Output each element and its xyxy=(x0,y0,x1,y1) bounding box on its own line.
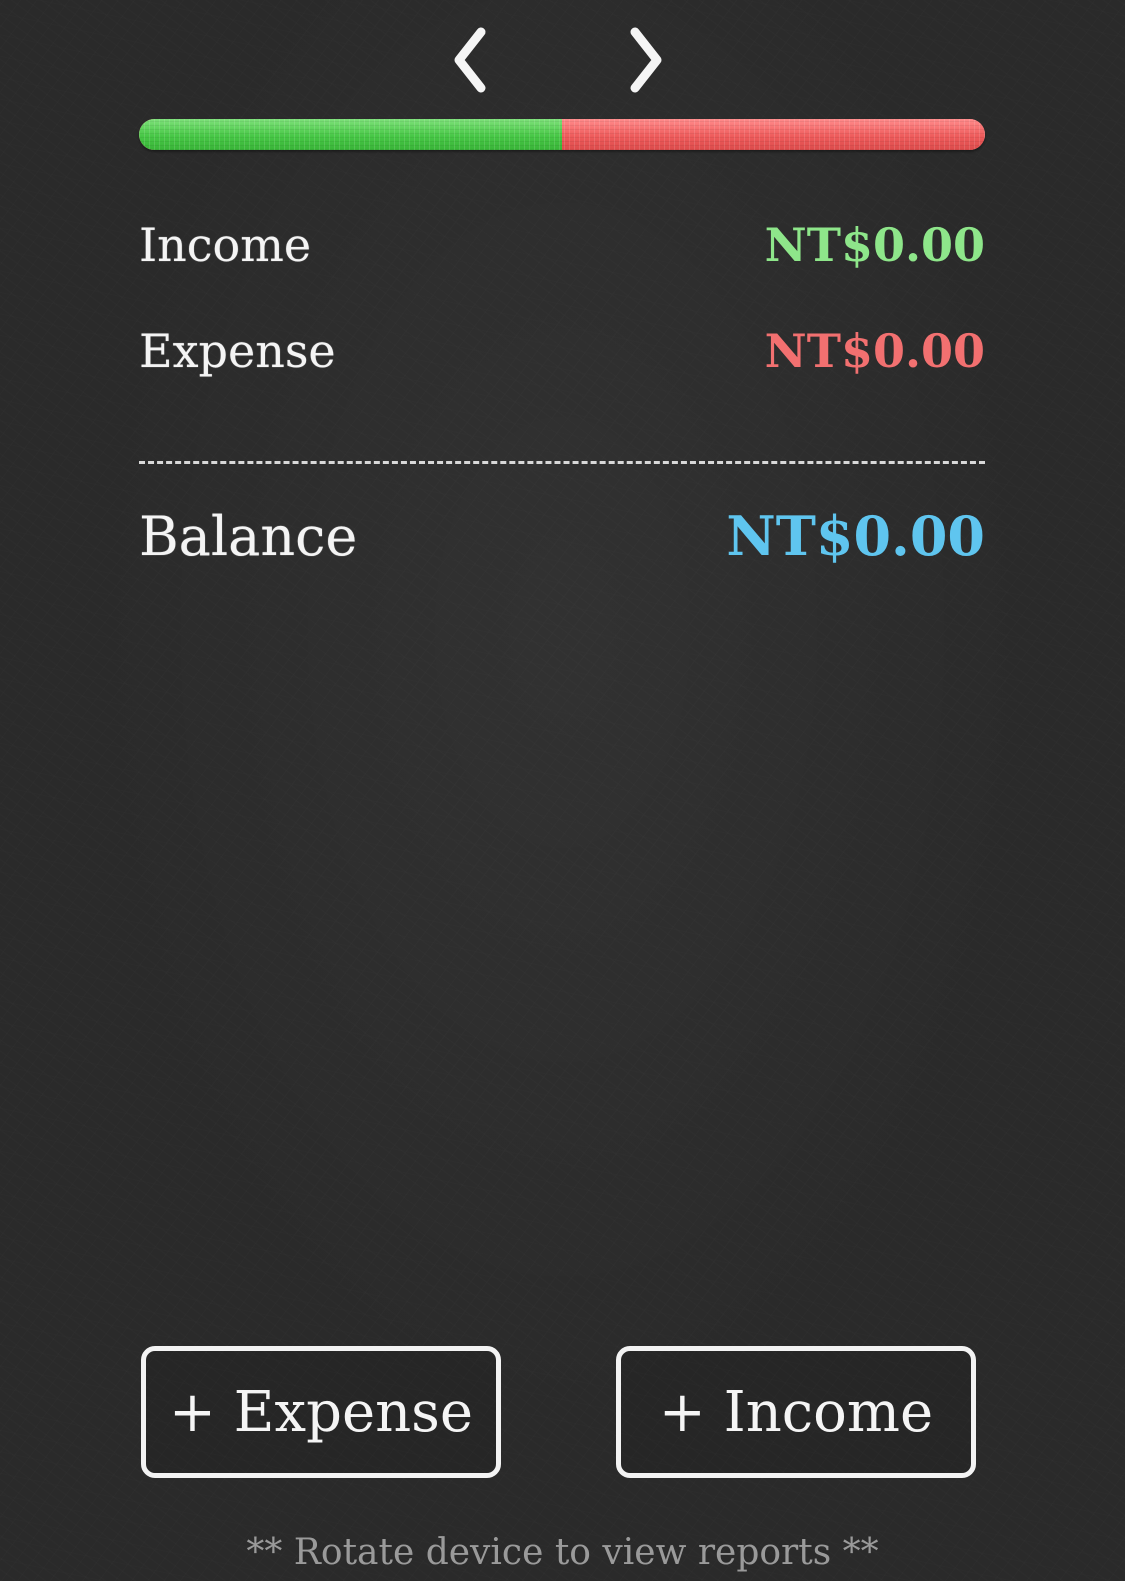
bar-texture xyxy=(139,119,985,150)
income-label: Income xyxy=(139,218,312,272)
balance-label: Balance xyxy=(139,504,358,568)
income-expense-ratio-bar xyxy=(139,119,985,150)
next-period-button[interactable] xyxy=(617,22,677,100)
chevron-right-icon xyxy=(630,27,662,93)
expense-value: NT$0.00 xyxy=(764,324,985,378)
chevron-left-icon xyxy=(454,27,486,93)
balance-value: NT$0.00 xyxy=(726,504,985,568)
balance-row: Balance NT$0.00 xyxy=(139,496,985,576)
previous-period-button[interactable] xyxy=(441,22,501,100)
expense-label: Expense xyxy=(139,324,336,378)
income-value: NT$0.00 xyxy=(764,218,985,272)
rotate-hint: ** Rotate device to view reports ** xyxy=(246,1532,879,1573)
add-income-button[interactable]: + Income xyxy=(616,1346,976,1478)
summary-divider xyxy=(139,461,985,464)
income-row: Income NT$0.00 xyxy=(139,210,985,280)
expense-row: Expense NT$0.00 xyxy=(139,316,985,386)
add-expense-button[interactable]: + Expense xyxy=(141,1346,501,1478)
